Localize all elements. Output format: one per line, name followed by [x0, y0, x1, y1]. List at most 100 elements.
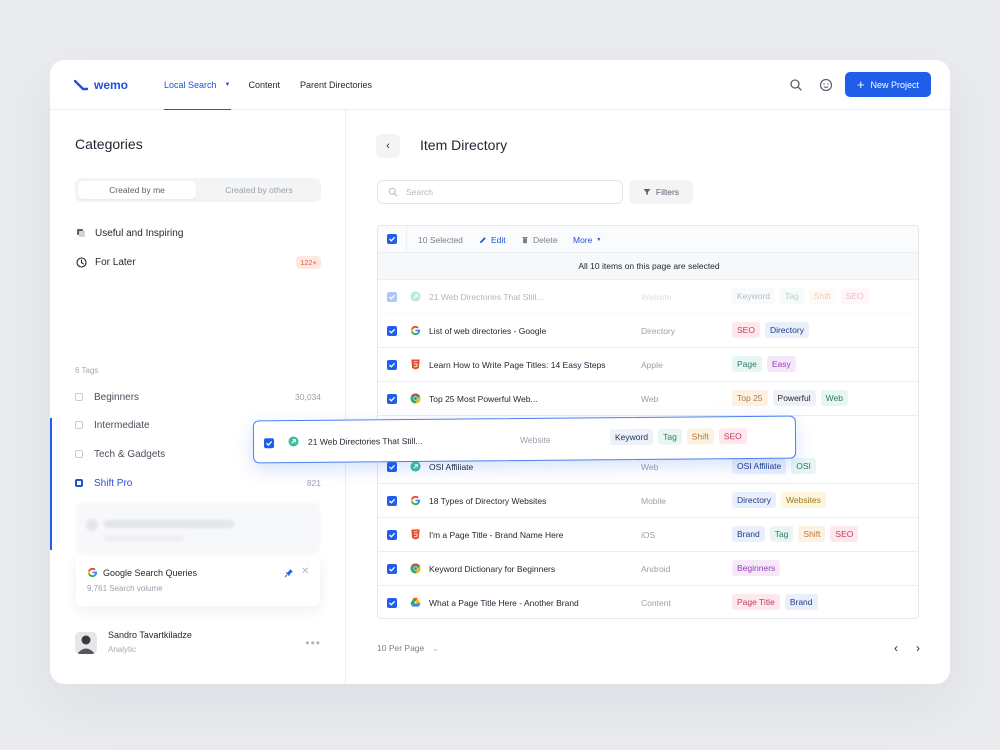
dragged-row-tags: Keyword Tag Shift SEO: [609, 428, 747, 446]
nav-local-search[interactable]: Local Search ▼: [164, 60, 231, 110]
search-box: [377, 180, 623, 204]
nav-parent-directories[interactable]: Parent Directories: [300, 60, 372, 110]
delete-button[interactable]: Delete: [521, 235, 558, 245]
more-dropdown[interactable]: More ▼: [573, 235, 601, 245]
edit-button[interactable]: Edit: [479, 235, 506, 245]
table-row[interactable]: Keyword Dictionary for Beginners Android B…: [378, 552, 918, 586]
category-useful-and-inspiring[interactable]: Useful and Inspiring: [75, 223, 321, 243]
row-tags: Page Easy: [732, 356, 796, 372]
row-name[interactable]: OSI Affiliate: [429, 462, 473, 472]
tag-chip[interactable]: Web: [820, 390, 848, 406]
row-name[interactable]: List of web directories - Google: [429, 326, 546, 336]
new-project-label: New Project: [870, 79, 920, 90]
next-page-button[interactable]: ›: [916, 641, 920, 655]
row-checkbox[interactable]: [387, 462, 397, 472]
trash-icon: [522, 237, 528, 244]
tag-chip[interactable]: Websites: [781, 492, 826, 508]
tag-item-shift-pro[interactable]: Shift Pro 821: [75, 475, 321, 491]
tag-chip[interactable]: Easy: [766, 356, 796, 372]
tag-chip[interactable]: Shift: [686, 428, 714, 445]
nav-content[interactable]: Content: [249, 60, 281, 110]
tag-chip[interactable]: SEO: [732, 322, 760, 338]
table-row[interactable]: What a Page Title Here - Another Brand Co…: [378, 586, 918, 618]
tag-chip[interactable]: OSI: [791, 458, 816, 474]
row-name[interactable]: What a Page Title Here - Another Brand: [429, 598, 579, 608]
row-name[interactable]: 18 Types of Directory Websites: [429, 496, 546, 506]
table-row[interactable]: 21 Web Directories That Still... Website K…: [378, 280, 918, 314]
user-role: Analytic: [108, 645, 137, 654]
smiley-icon[interactable]: [818, 77, 834, 93]
row-checkbox[interactable]: [387, 496, 397, 506]
row-type: iOS: [641, 530, 656, 540]
category-for-later[interactable]: For Later 122+: [75, 252, 321, 272]
back-button[interactable]: ‹: [376, 134, 400, 158]
logo[interactable]: wemo: [74, 78, 128, 92]
tag-chip[interactable]: Brand: [784, 594, 818, 610]
more-dots-icon[interactable]: •••: [305, 636, 321, 650]
tag-chip[interactable]: Tag: [780, 288, 804, 304]
tag-chip[interactable]: Page: [732, 356, 762, 372]
row-checkbox[interactable]: [387, 326, 397, 336]
per-page-select[interactable]: 10 Per Page ⌄: [377, 643, 439, 653]
tag-chip[interactable]: Keyword: [732, 288, 776, 304]
row-checkbox[interactable]: [387, 292, 397, 302]
tag-chip[interactable]: Shift: [798, 526, 826, 542]
row-name[interactable]: Keyword Dictionary for Beginners: [429, 564, 555, 574]
tag-item-count: 821: [306, 478, 321, 488]
row-type: Web: [641, 394, 659, 404]
tag-chip[interactable]: SEO: [830, 526, 859, 542]
category-for-later-label: For Later: [95, 256, 136, 268]
new-project-button[interactable]: + New Project: [845, 72, 931, 97]
filters-button[interactable]: Filters: [629, 180, 693, 204]
search-icon: [388, 187, 398, 197]
row-name[interactable]: I'm a Page Title - Brand Name Here: [429, 530, 563, 540]
tag-chip[interactable]: Tag: [657, 428, 682, 445]
tag-chip[interactable]: Directory: [764, 322, 809, 338]
user-profile[interactable]: Sandro Tavartkiladze Analytic •••: [75, 628, 321, 658]
table-row[interactable]: Top 25 Most Powerful Web... Web Top 25 Powe…: [378, 382, 918, 416]
tag-item-beginners[interactable]: Beginners 30,034: [75, 389, 321, 405]
dragged-row[interactable]: 21 Web Directories That Still... Website…: [252, 415, 797, 464]
search-input[interactable]: [406, 187, 606, 197]
user-name: Sandro Tavartkiladze: [108, 630, 192, 640]
tag-chip[interactable]: SEO: [840, 288, 869, 304]
categories-title: Categories: [75, 136, 143, 152]
tag-chip[interactable]: Page Title: [732, 594, 780, 610]
row-checkbox[interactable]: [263, 438, 275, 449]
tab-created-by-me[interactable]: Created by me: [78, 181, 196, 199]
tag-chip[interactable]: Beginners: [732, 560, 781, 576]
category-useful-label: Useful and Inspiring: [95, 227, 184, 239]
row-name[interactable]: Learn How to Write Page Titles: 14 Easy …: [429, 360, 606, 370]
tag-chip[interactable]: SEO: [718, 428, 747, 445]
row-checkbox[interactable]: [387, 394, 397, 404]
tag-chip[interactable]: Tag: [769, 526, 794, 542]
google-icon: [410, 325, 421, 336]
tag-chip[interactable]: Top 25: [732, 390, 768, 406]
tag-chip[interactable]: Shift: [808, 288, 836, 304]
row-type: Mobile: [641, 496, 667, 506]
close-icon[interactable]: ✕: [301, 566, 309, 577]
search-icon[interactable]: [788, 77, 804, 93]
top-header: wemo Local Search ▼ Content Parent Direc…: [50, 60, 950, 110]
row-checkbox[interactable]: [387, 598, 397, 608]
prev-page-button[interactable]: ‹: [894, 641, 898, 655]
tag-chip[interactable]: OSI Affiliate: [732, 458, 787, 474]
table-row[interactable]: Learn How to Write Page Titles: 14 Easy …: [378, 348, 918, 382]
table-row[interactable]: 18 Types of Directory Websites Mobile Dire…: [378, 484, 918, 518]
tag-chip[interactable]: Keyword: [609, 428, 654, 446]
table-row[interactable]: I'm a Page Title - Brand Name Here iOS Bra…: [378, 518, 918, 552]
row-type: Website: [641, 292, 672, 302]
saved-query-card[interactable]: Google Search Queries 9,761 Search volum…: [76, 556, 320, 606]
tag-chip[interactable]: Brand: [732, 526, 765, 542]
row-checkbox[interactable]: [387, 530, 397, 540]
table-row[interactable]: List of web directories - Google Director…: [378, 314, 918, 348]
tag-chip[interactable]: Powerful: [772, 390, 816, 406]
row-checkbox[interactable]: [387, 564, 397, 574]
pin-icon[interactable]: [284, 568, 294, 578]
row-checkbox[interactable]: [387, 360, 397, 370]
select-all-checkbox[interactable]: [387, 234, 397, 244]
row-name[interactable]: Top 25 Most Powerful Web...: [429, 394, 538, 404]
tab-created-by-others[interactable]: Created by others: [200, 181, 318, 199]
tag-chip[interactable]: Directory: [732, 492, 777, 508]
row-name[interactable]: 21 Web Directories That Still...: [429, 292, 543, 302]
